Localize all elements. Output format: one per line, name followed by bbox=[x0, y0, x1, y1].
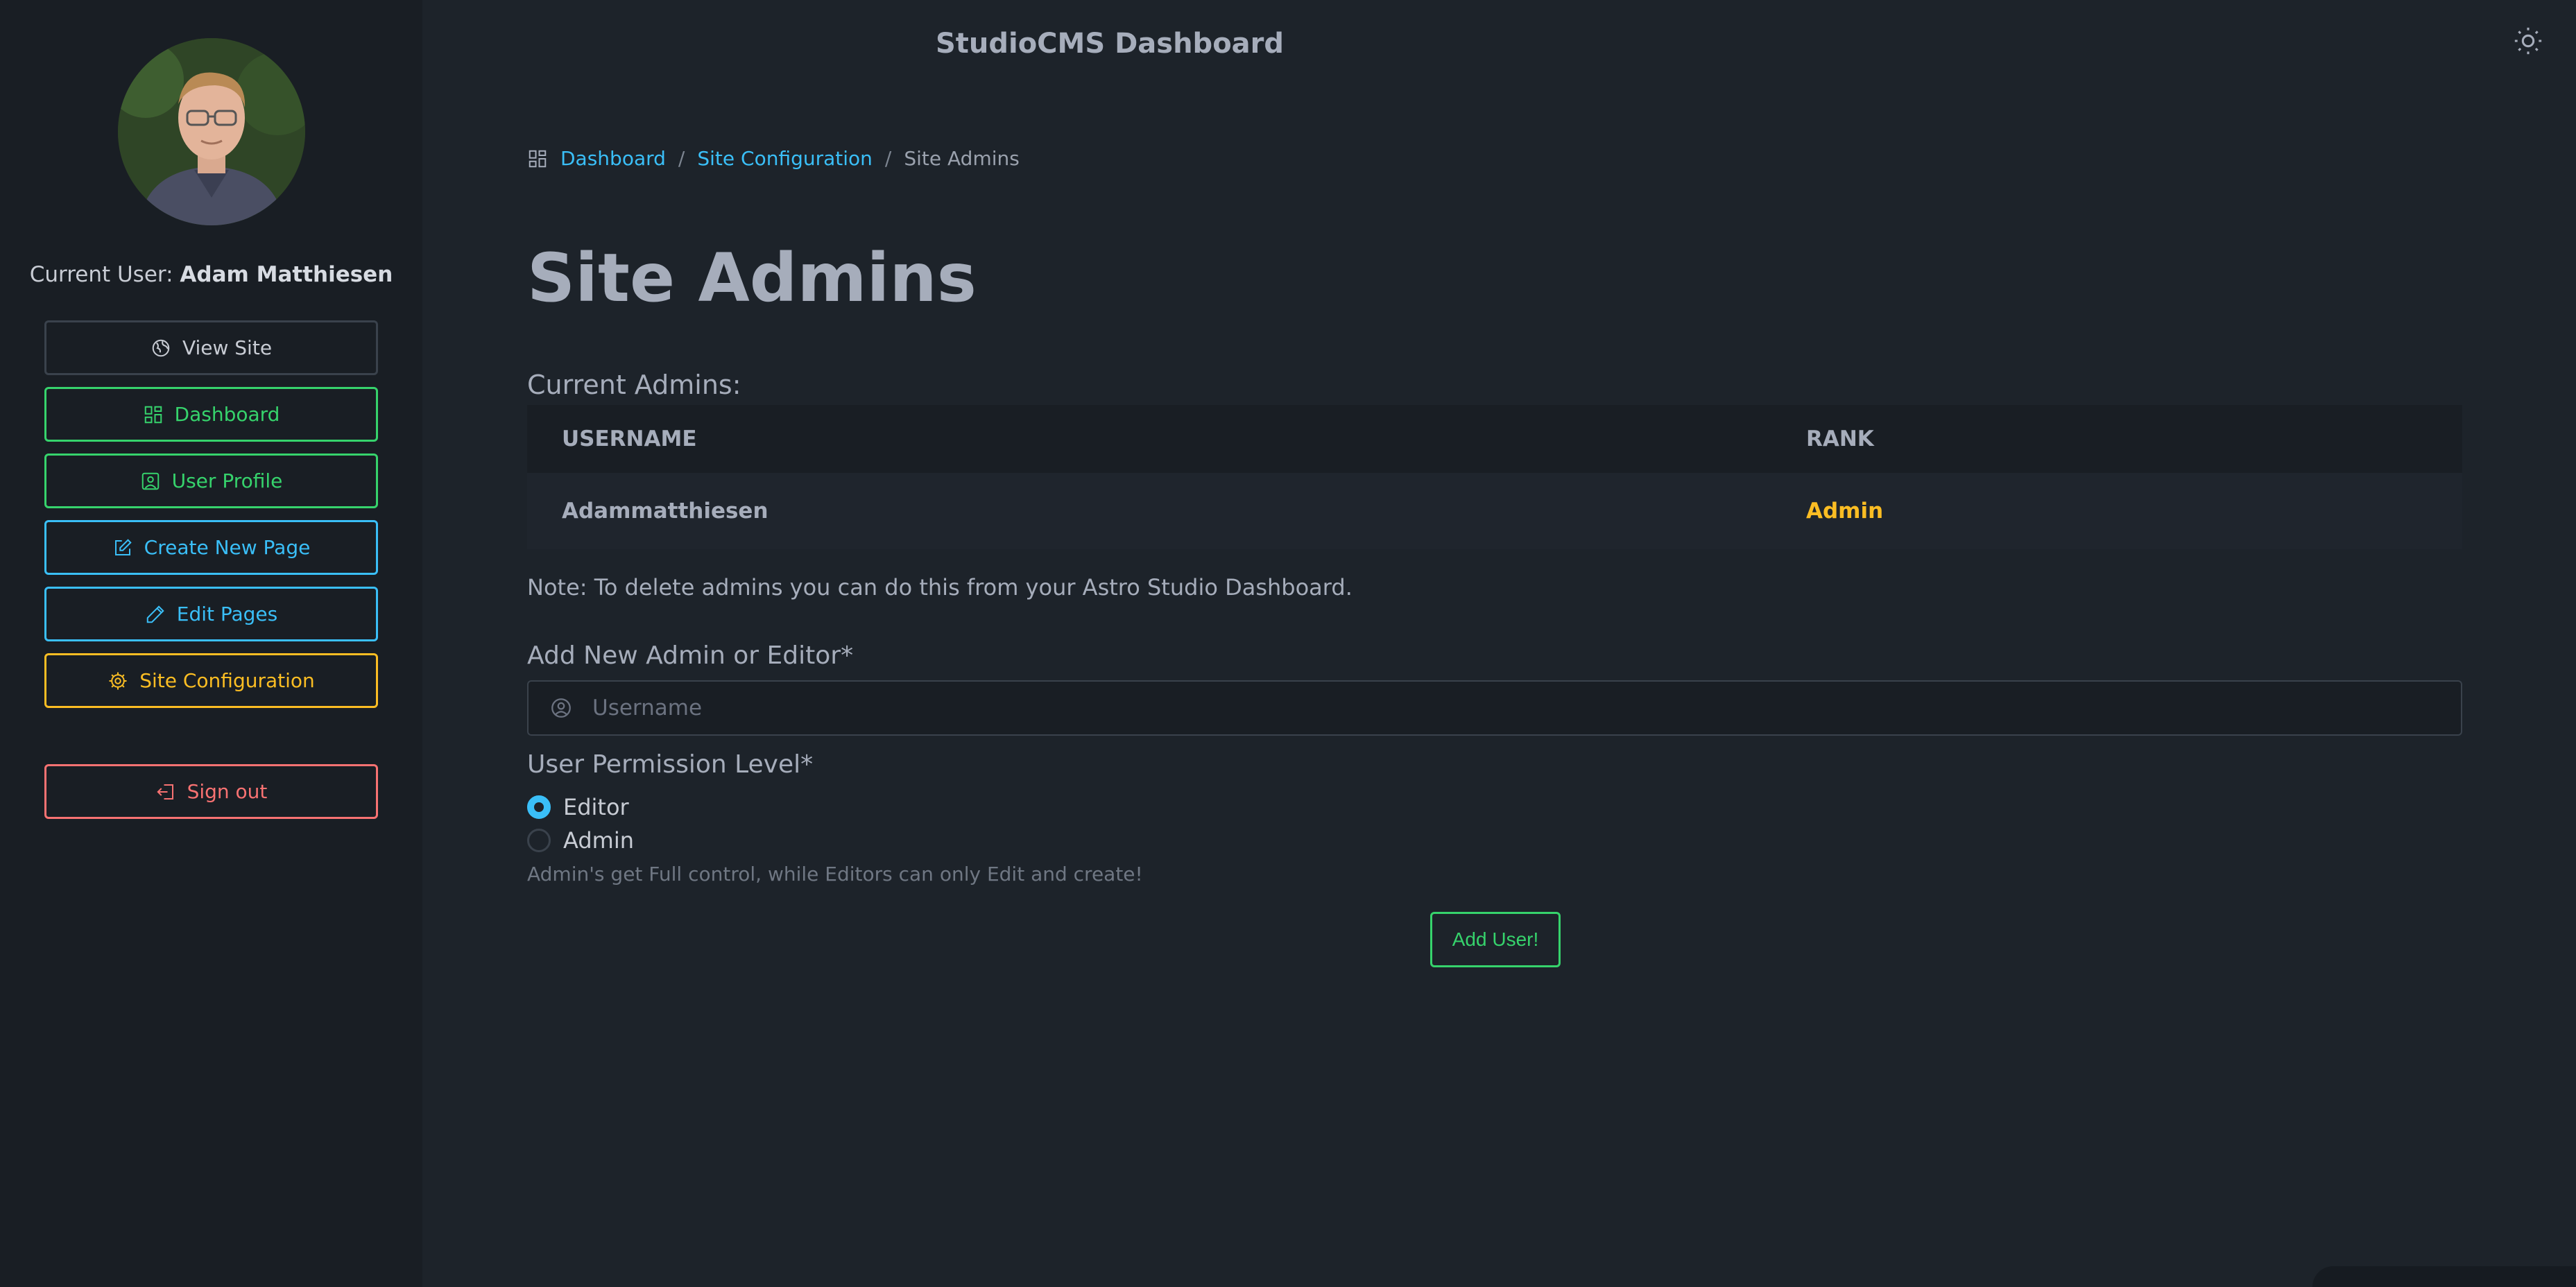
permission-level-label: User Permission Level* bbox=[527, 750, 813, 779]
add-admin-label: Add New Admin or Editor* bbox=[527, 641, 853, 670]
user-profile-button[interactable]: User Profile bbox=[44, 454, 378, 508]
dev-toolbar[interactable] bbox=[2312, 1266, 2576, 1287]
username-field bbox=[527, 680, 2462, 736]
current-user-prefix: Current User: bbox=[29, 262, 173, 287]
sign-out-icon bbox=[156, 784, 173, 800]
view-site-button[interactable]: View Site bbox=[44, 320, 378, 375]
dashboard-button[interactable]: Dashboard bbox=[44, 387, 378, 442]
editor-radio-option[interactable]: Editor bbox=[527, 794, 629, 820]
column-header-rank: RANK bbox=[1771, 405, 2462, 473]
delete-admins-note: Note: To delete admins you can do this f… bbox=[527, 574, 1353, 601]
current-user-name: Adam Matthiesen bbox=[180, 262, 393, 287]
edit-pages-label: Edit Pages bbox=[176, 603, 278, 625]
user-photo bbox=[118, 38, 305, 225]
dashboard-icon bbox=[144, 406, 162, 423]
edit-pages-button[interactable]: Edit Pages bbox=[44, 587, 378, 641]
table-row: Adammatthiesen Admin bbox=[527, 473, 2462, 549]
sidebar: Current User: Adam Matthiesen View Site … bbox=[0, 0, 422, 1287]
create-new-page-label: Create New Page bbox=[144, 536, 311, 559]
current-user: Current User: Adam Matthiesen bbox=[0, 262, 422, 287]
page-title: Site Admins bbox=[527, 239, 977, 317]
editor-radio[interactable] bbox=[527, 795, 551, 819]
permission-level-label-text: User Permission Level bbox=[527, 750, 801, 779]
table-header-row: USERNAME RANK bbox=[527, 405, 2462, 473]
admin-radio[interactable] bbox=[527, 829, 551, 852]
user-circle-icon bbox=[551, 698, 571, 718]
add-user-button[interactable]: Add User! bbox=[1430, 912, 1561, 967]
theme-toggle-button[interactable] bbox=[2511, 24, 2545, 58]
sign-out-label: Sign out bbox=[187, 780, 268, 803]
app-title: StudioCMS Dashboard bbox=[935, 28, 1285, 60]
site-configuration-label: Site Configuration bbox=[139, 669, 315, 692]
create-new-page-button[interactable]: Create New Page bbox=[44, 520, 378, 575]
sun-icon bbox=[2514, 27, 2542, 55]
add-admin-label-text: Add New Admin or Editor bbox=[527, 641, 841, 670]
sign-out-button[interactable]: Sign out bbox=[44, 764, 378, 819]
breadcrumb-dashboard-link[interactable]: Dashboard bbox=[560, 147, 666, 170]
breadcrumb-current: Site Admins bbox=[904, 147, 1020, 170]
breadcrumb-site-configuration-link[interactable]: Site Configuration bbox=[697, 147, 873, 170]
gear-icon bbox=[109, 672, 127, 689]
admin-radio-label: Admin bbox=[563, 827, 634, 854]
pencil-icon bbox=[146, 605, 164, 623]
required-mark: * bbox=[800, 750, 814, 779]
user-profile-icon bbox=[141, 472, 159, 490]
breadcrumb-separator: / bbox=[678, 147, 685, 170]
dashboard-label: Dashboard bbox=[174, 403, 280, 426]
site-configuration-button[interactable]: Site Configuration bbox=[44, 653, 378, 708]
user-profile-label: User Profile bbox=[171, 469, 283, 492]
view-site-label: View Site bbox=[182, 336, 273, 359]
avatar bbox=[118, 38, 305, 225]
edit-square-icon bbox=[114, 538, 132, 555]
admin-radio-option[interactable]: Admin bbox=[527, 827, 634, 854]
username-input[interactable] bbox=[592, 682, 2461, 734]
column-header-username: USERNAME bbox=[527, 405, 1771, 473]
editor-radio-label: Editor bbox=[563, 794, 629, 820]
dashboard-icon bbox=[529, 150, 547, 167]
admins-table: USERNAME RANK Adammatthiesen Admin bbox=[527, 405, 2462, 549]
admin-username: Adammatthiesen bbox=[527, 473, 1771, 549]
current-admins-label: Current Admins: bbox=[527, 370, 741, 400]
breadcrumb-separator: / bbox=[884, 147, 892, 170]
breadcrumb: Dashboard / Site Configuration / Site Ad… bbox=[527, 147, 1020, 170]
permission-hint: Admin's get Full control, while Editors … bbox=[527, 863, 1143, 886]
globe-icon bbox=[152, 339, 170, 356]
required-mark: * bbox=[841, 641, 854, 670]
admin-rank: Admin bbox=[1771, 473, 2462, 549]
